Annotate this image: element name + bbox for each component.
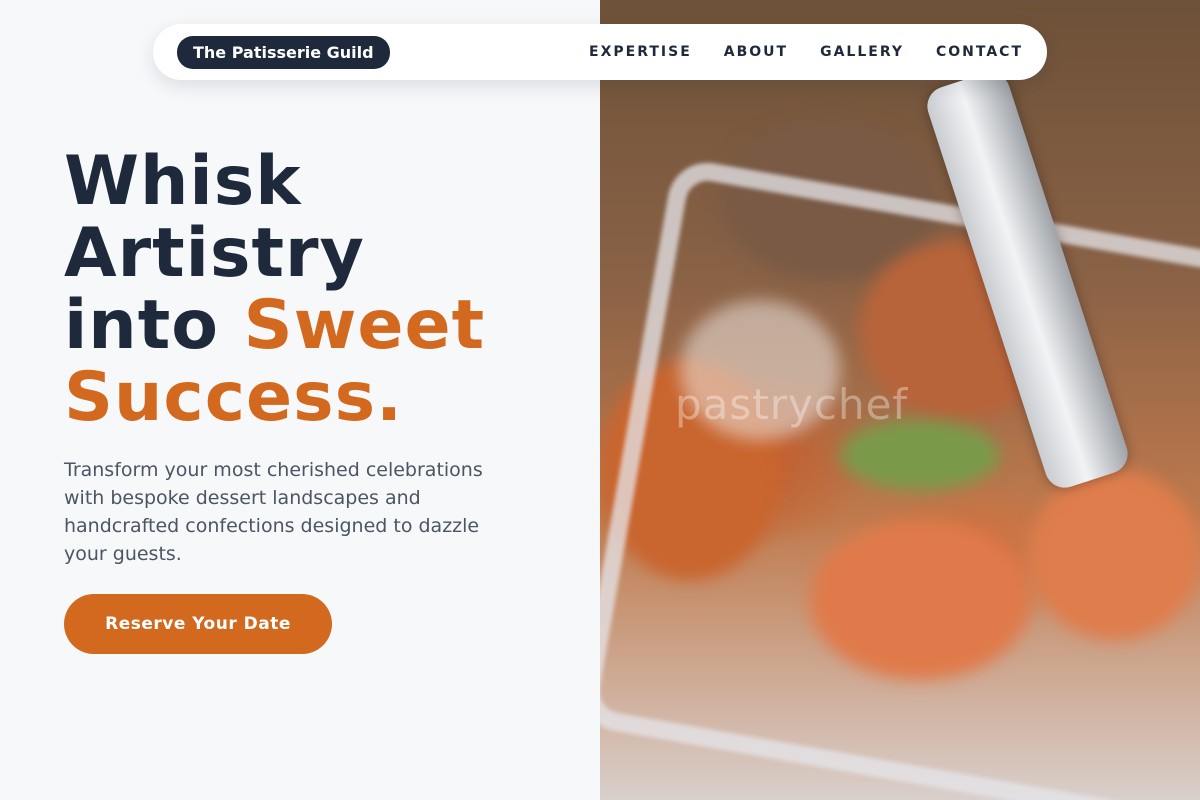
headline-accent: Sweet (243, 286, 486, 365)
headline-accent: Success. (64, 358, 403, 437)
nav-link-expertise[interactable]: EXPERTISE (589, 44, 692, 60)
hero-description: Transform your most cherished celebratio… (64, 459, 483, 565)
image-watermark: pastrychef (675, 380, 909, 429)
hero-headline: Whisk Artistry into Sweet Success. (64, 146, 584, 434)
nav-links: EXPERTISE ABOUT GALLERY CONTACT (589, 44, 1023, 60)
hero-food-photo: pastrychef (600, 0, 1200, 800)
photo-tray (600, 156, 1200, 800)
top-navbar: The Patisserie Guild EXPERTISE ABOUT GAL… (153, 24, 1047, 80)
nav-link-about[interactable]: ABOUT (724, 44, 788, 60)
hero-section: Whisk Artistry into Sweet Success. Trans… (64, 146, 584, 568)
headline-line: into (64, 286, 244, 365)
headline-line: Artistry (64, 214, 365, 293)
headline-line: Whisk (64, 142, 302, 221)
brand-logo[interactable]: The Patisserie Guild (177, 35, 390, 69)
reserve-date-button[interactable]: Reserve Your Date (64, 594, 332, 654)
nav-link-gallery[interactable]: GALLERY (820, 44, 904, 60)
nav-link-contact[interactable]: CONTACT (936, 44, 1023, 60)
